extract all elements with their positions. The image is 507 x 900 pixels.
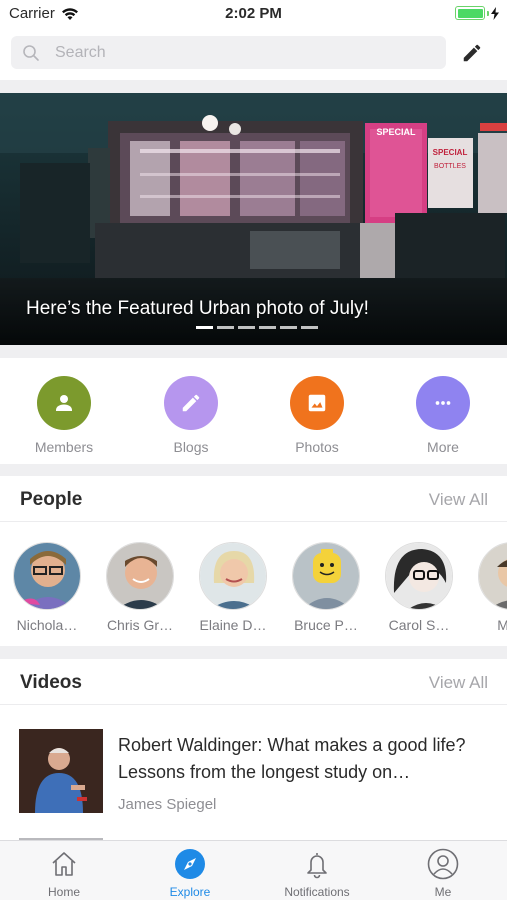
- videos-header: Videos View All: [0, 659, 507, 705]
- members-button[interactable]: Members: [14, 376, 114, 455]
- photos-label: Photos: [295, 439, 339, 455]
- person-name: Nichola…: [16, 617, 78, 633]
- tab-notifications[interactable]: Notifications: [262, 847, 372, 899]
- compass-icon: [175, 849, 205, 879]
- avatar: [106, 542, 174, 610]
- blogs-label: Blogs: [173, 439, 209, 455]
- tab-home[interactable]: Home: [9, 847, 119, 899]
- person-name: Mich: [497, 617, 507, 633]
- hero-caption: Here’s the Featured Urban photo of July!: [26, 298, 369, 319]
- avatar: [199, 542, 267, 610]
- page-dot[interactable]: [280, 326, 297, 329]
- photos-button[interactable]: Photos: [267, 376, 367, 455]
- person-icon: [56, 395, 72, 411]
- photos-circle: [290, 376, 344, 430]
- person-card[interactable]: Elaine D…: [190, 542, 276, 633]
- more-dots-icon: [435, 401, 451, 405]
- blogs-circle: [164, 376, 218, 430]
- person-card[interactable]: Nichola…: [4, 542, 90, 633]
- person-name: Elaine D…: [199, 617, 267, 633]
- people-view-all-link[interactable]: View All: [429, 490, 488, 510]
- status-bar: Carrier 2:02 PM: [0, 0, 507, 28]
- members-label: Members: [34, 439, 94, 455]
- quick-actions: Members Blogs Photos More: [0, 358, 507, 464]
- search-header: [0, 28, 507, 80]
- pencil-icon: [182, 394, 200, 412]
- tab-bar: Home Explore Notifications Me: [0, 840, 507, 900]
- person-card[interactable]: Mich: [469, 542, 507, 633]
- avatar: [13, 542, 81, 610]
- avatar: [385, 542, 453, 610]
- more-circle: [416, 376, 470, 430]
- hero-sign-special-1: SPECIAL: [376, 127, 416, 137]
- home-icon: [52, 852, 76, 876]
- hero-page-indicator[interactable]: [196, 326, 318, 329]
- people-section: People View All Nichola… Chris Gr… Elain…: [0, 476, 507, 646]
- videos-title: Videos: [20, 672, 82, 693]
- hero-sign-bottles: BOTTLES: [434, 163, 466, 170]
- avatar: [478, 542, 507, 610]
- more-label: More: [427, 439, 459, 455]
- videos-section: Videos View All Robert Waldinger: What m…: [0, 659, 507, 840]
- page-dot[interactable]: [217, 326, 234, 329]
- more-button[interactable]: More: [393, 376, 493, 455]
- tab-explore-label: Explore: [169, 885, 211, 899]
- video-author: James Spiegel: [118, 796, 217, 813]
- tab-me-label: Me: [434, 885, 452, 899]
- video-title[interactable]: Robert Waldinger: What makes a good life…: [118, 732, 493, 786]
- video-thumbnail[interactable]: [19, 729, 103, 813]
- page-dot[interactable]: [196, 326, 213, 329]
- tab-notifications-label: Notifications: [284, 885, 350, 899]
- people-header: People View All: [0, 476, 507, 522]
- page-dot[interactable]: [259, 326, 276, 329]
- image-icon: [308, 394, 326, 412]
- videos-view-all-link[interactable]: View All: [429, 673, 488, 693]
- tab-home-label: Home: [47, 885, 80, 899]
- person-name: Bruce P…: [294, 617, 358, 633]
- members-circle: [37, 376, 91, 430]
- avatar: [292, 542, 360, 610]
- tab-me[interactable]: Me: [388, 847, 498, 899]
- person-name: Carol S…: [388, 617, 450, 633]
- search-icon: [23, 44, 39, 61]
- people-carousel[interactable]: Nichola… Chris Gr… Elaine D… Bruce P… Ca…: [0, 522, 507, 634]
- person-card[interactable]: Bruce P…: [283, 542, 369, 633]
- page-dot[interactable]: [301, 326, 318, 329]
- person-card[interactable]: Carol S…: [376, 542, 462, 633]
- people-title: People: [20, 489, 83, 510]
- person-name: Chris Gr…: [106, 617, 174, 633]
- hero-sign-special-2: SPECIAL: [433, 148, 468, 157]
- search-input[interactable]: [55, 43, 435, 62]
- video-list-item[interactable]: Robert Waldinger: What makes a good life…: [0, 705, 507, 839]
- compose-button[interactable]: [459, 40, 485, 66]
- clock: 2:02 PM: [225, 5, 282, 22]
- battery-icon: [455, 6, 499, 20]
- person-card[interactable]: Chris Gr…: [97, 542, 183, 633]
- tab-explore[interactable]: Explore: [135, 847, 245, 899]
- featured-photo-banner[interactable]: SPECIAL SPECIAL BOTTLES Here’s the Featu…: [0, 93, 507, 345]
- blogs-button[interactable]: Blogs: [141, 376, 241, 455]
- search-bar[interactable]: [11, 36, 446, 69]
- user-circle-icon: [427, 848, 459, 880]
- charging-bolt-icon: [491, 6, 499, 20]
- pencil-icon: [463, 44, 481, 62]
- page-dot[interactable]: [238, 326, 255, 329]
- bell-icon: [307, 853, 327, 879]
